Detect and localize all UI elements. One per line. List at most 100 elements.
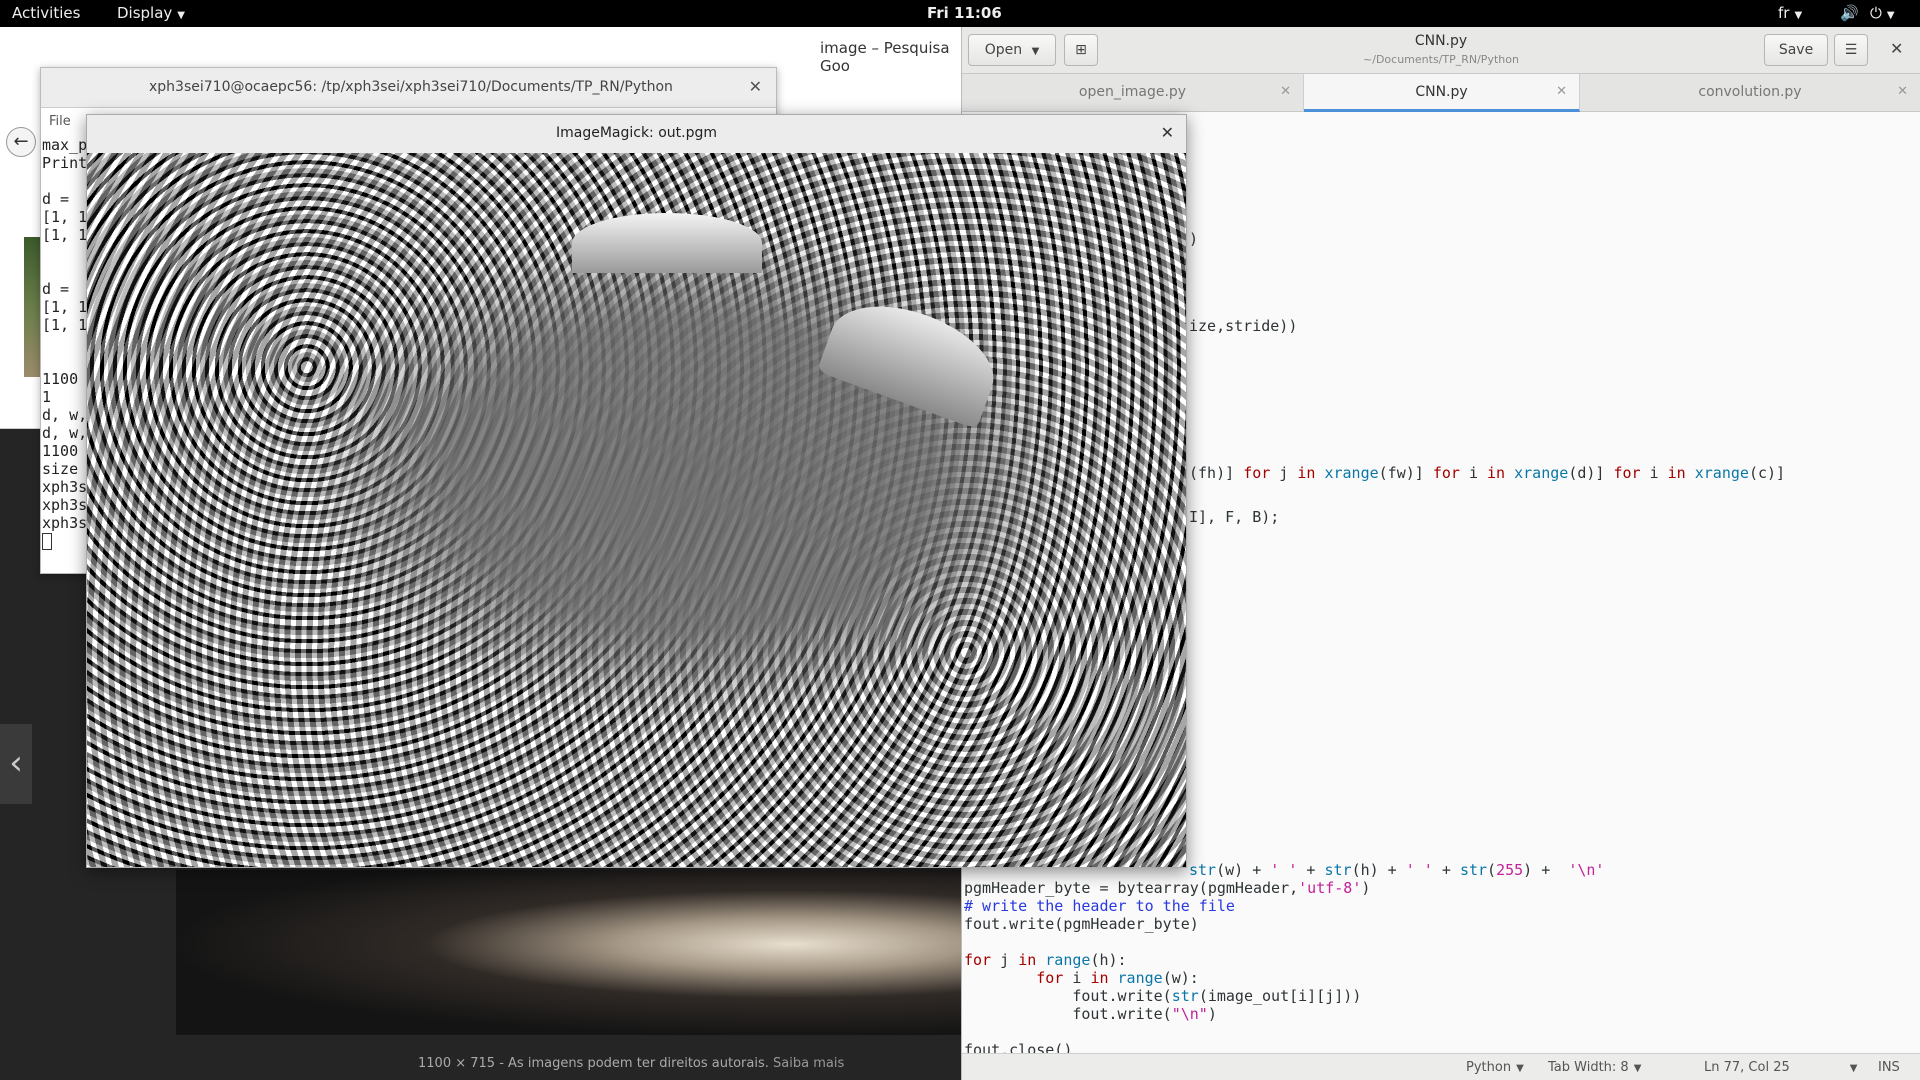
learn-more-link[interactable]: Saiba mais [773, 1056, 844, 1071]
code-token: (h): [1090, 951, 1127, 969]
status-bar: Python ▼ Tab Width: 8 ▼ Ln 77, Col 25 ▼ INS [962, 1053, 1920, 1080]
tab-open-image[interactable]: open_image.py ✕ [962, 74, 1304, 112]
code-token: ) [1361, 879, 1371, 897]
code-token: ' ' [1405, 861, 1433, 879]
caption-separator: - [495, 1056, 509, 1071]
code-token: for [1243, 464, 1271, 482]
code-token: xrange [1514, 464, 1569, 482]
save-button[interactable]: Save [1764, 34, 1828, 66]
close-tab-icon[interactable]: ✕ [1280, 74, 1291, 110]
menu-file[interactable]: File [49, 114, 71, 129]
code-token: 'utf-8' [1298, 879, 1362, 897]
thumbnail-image[interactable] [24, 237, 40, 377]
close-tab-icon[interactable]: ✕ [1556, 74, 1567, 110]
code-token: for [1036, 969, 1064, 987]
code-line: pgmHeader_byte = bytearray(pgmHeader,'ut… [964, 879, 1370, 897]
clock[interactable]: Fri 11:06 [927, 4, 1002, 22]
code-token: in [1018, 951, 1037, 969]
caret-down-icon: ▼ [1516, 1063, 1524, 1074]
caret-down-icon: ▼ [177, 10, 185, 21]
code-token: for [1613, 464, 1641, 482]
terminal-titlebar[interactable]: xph3sei710@ocaepc56: /tp/xph3sei/xph3sei… [41, 68, 776, 108]
code-token: for [964, 951, 992, 969]
close-tab-icon[interactable]: ✕ [1897, 74, 1908, 110]
code-token: pgmHeader_byte = bytearray(pgmHeader, [964, 879, 1299, 897]
preview-photo[interactable] [176, 870, 965, 1035]
code-comment: # write the header to the file [964, 897, 1235, 915]
code-token: in [1487, 464, 1506, 482]
code-token: + [1432, 861, 1460, 879]
tab-label: convolution.py [1698, 84, 1802, 100]
convolution-output-image[interactable] [87, 153, 1186, 867]
hamburger-icon: ☰ [1844, 42, 1858, 58]
language-label: fr [1778, 4, 1790, 22]
code-token: j [991, 951, 1019, 969]
code-token: (w) + [1216, 861, 1271, 879]
code-line: fout.write(str(image_out[i][j])) [964, 987, 1361, 1005]
close-window-icon[interactable]: ✕ [1890, 39, 1903, 58]
volume-icon[interactable]: 🔊 [1840, 4, 1859, 22]
code-token: ( [1487, 861, 1497, 879]
caret-down-icon: ▼ [1886, 10, 1895, 21]
code-token: '\n' [1568, 861, 1605, 879]
code-line: fout.write("\n") [964, 1005, 1217, 1023]
code-token: fout.write( [964, 987, 1172, 1005]
code-line: for i in range(w): [964, 969, 1199, 987]
caption-size: 1100 × 715 [418, 1056, 496, 1071]
gedit-header-bar: Open ▼ ⊞ CNN.py ~/Documents/TP_RN/Python… [962, 27, 1920, 74]
code-token: i [1459, 464, 1488, 482]
language-indicator[interactable]: fr ▼ [1778, 4, 1802, 22]
code-line: I], F, B); [1189, 508, 1280, 526]
code-line: fout.write(pgmHeader_byte) [964, 915, 1199, 933]
code-token: i [1063, 969, 1091, 987]
close-icon[interactable]: ✕ [749, 77, 762, 96]
imagemagick-titlebar[interactable]: ImageMagick: out.pgm ✕ [87, 115, 1186, 153]
hamburger-menu-button[interactable]: ☰ [1834, 34, 1868, 66]
code-token: str [1171, 987, 1199, 1005]
tab-convolution[interactable]: convolution.py ✕ [1580, 74, 1920, 112]
power-icon[interactable]: ⏻ ▼ [1870, 4, 1895, 22]
activities-button[interactable]: Activities [12, 4, 80, 22]
code-token: str [1189, 861, 1217, 879]
code-token: (d)] [1568, 464, 1614, 482]
tab-width-selector[interactable]: Tab Width: 8 ▼ [1548, 1060, 1641, 1075]
code-token: j [1270, 464, 1298, 482]
display-menu-label: Display [117, 4, 173, 22]
code-line: ) [1189, 230, 1199, 248]
cursor-position-selector[interactable]: Ln 77, Col 25 ▼ [1704, 1060, 1857, 1075]
tab-label: open_image.py [1078, 84, 1187, 100]
close-icon[interactable]: ✕ [1161, 123, 1174, 142]
code-token: xrange [1324, 464, 1379, 482]
caret-down-icon: ▼ [1849, 1063, 1858, 1074]
code-token: (h) + [1351, 861, 1406, 879]
caret-down-icon: ▼ [1794, 10, 1803, 21]
top-bar: Activities Display ▼ Fri 11:06 fr ▼ 🔊 ⏻ ▼ [0, 0, 1920, 27]
language-status-label: Python [1466, 1060, 1512, 1075]
code-line: ize,stride)) [1189, 317, 1298, 335]
image-highlight [572, 213, 762, 273]
code-token: (fw)] [1378, 464, 1433, 482]
terminal-title: xph3sei710@ocaepc56: /tp/xph3sei/xph3sei… [149, 79, 673, 95]
code-token: in [1297, 464, 1316, 482]
language-selector[interactable]: Python ▼ [1466, 1060, 1524, 1075]
back-arrow-icon[interactable]: ← [6, 127, 36, 157]
tab-width-label: Tab Width: 8 [1548, 1060, 1629, 1075]
code-token: ) + [1523, 861, 1569, 879]
previous-image-button[interactable]: ‹ [0, 724, 32, 804]
code-token: (image_out[i][j])) [1198, 987, 1362, 1005]
display-app-menu[interactable]: Display ▼ [117, 4, 185, 22]
code-token: for [1432, 464, 1460, 482]
imagemagick-window: ImageMagick: out.pgm ✕ [86, 114, 1187, 868]
code-token: str [1324, 861, 1352, 879]
image-caption: 1100 × 715 - As imagens podem ter direit… [418, 1056, 844, 1071]
tab-label: CNN.py [1415, 84, 1468, 100]
caption-text: As imagens podem ter direitos autorais. [508, 1056, 769, 1071]
code-token: ' ' [1270, 861, 1298, 879]
code-token: in [1667, 464, 1686, 482]
code-token: (c)] [1748, 464, 1786, 482]
tab-cnn[interactable]: CNN.py ✕ [1304, 74, 1580, 112]
